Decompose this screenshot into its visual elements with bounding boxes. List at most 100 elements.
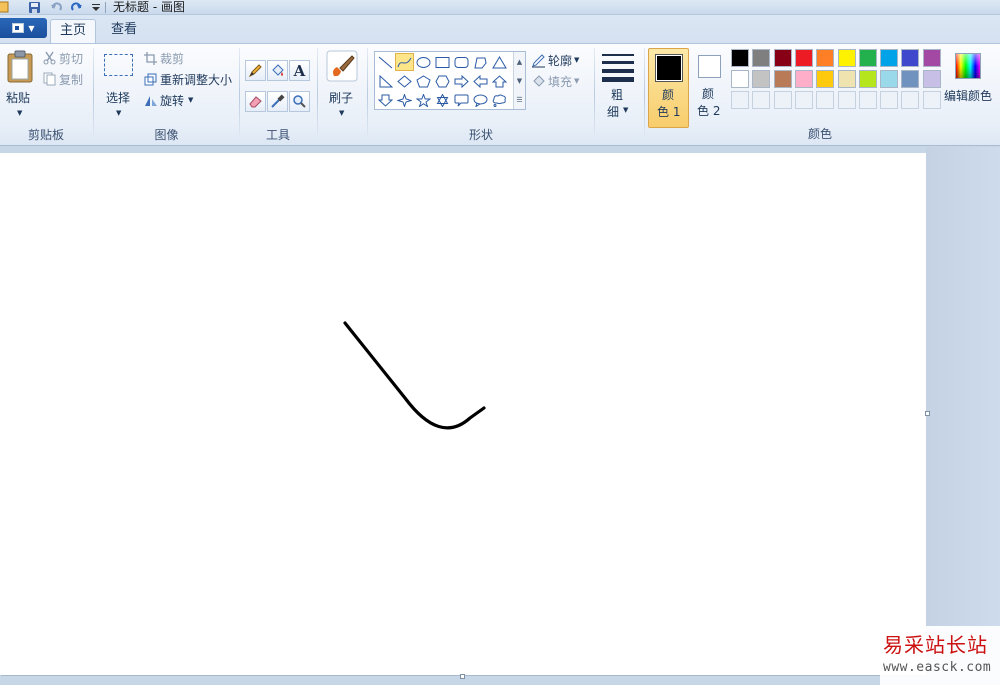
copy-button[interactable]: 复制 bbox=[42, 70, 83, 88]
shape-oval-callout[interactable] bbox=[471, 91, 490, 109]
palette-empty-slot[interactable] bbox=[795, 91, 813, 109]
select-button[interactable]: 选择 ▼ bbox=[101, 48, 137, 122]
shape-pentagon[interactable] bbox=[414, 72, 433, 90]
pencil-tool[interactable] bbox=[245, 60, 266, 81]
shape-left-arrow[interactable] bbox=[471, 72, 490, 90]
fill-tool[interactable] bbox=[267, 60, 288, 81]
palette-empty-slot[interactable] bbox=[901, 91, 919, 109]
shape-rounded-callout[interactable] bbox=[452, 91, 471, 109]
palette-color-swatch[interactable] bbox=[901, 70, 919, 88]
shape-down-arrow[interactable] bbox=[376, 91, 395, 109]
shape-curve[interactable] bbox=[395, 53, 414, 71]
palette-color-swatch[interactable] bbox=[752, 49, 770, 67]
size-button[interactable]: 粗 细 ▼ bbox=[596, 48, 640, 124]
palette-color-swatch[interactable] bbox=[859, 49, 877, 67]
shape-line[interactable] bbox=[376, 53, 395, 71]
cut-button[interactable]: 剪切 bbox=[42, 49, 83, 67]
palette-color-swatch[interactable] bbox=[816, 49, 834, 67]
palette-color-swatch[interactable] bbox=[923, 49, 941, 67]
text-tool[interactable]: A bbox=[289, 60, 310, 81]
palette-color-swatch[interactable] bbox=[880, 70, 898, 88]
palette-color-swatch[interactable] bbox=[859, 70, 877, 88]
paint-menu-button[interactable]: ▼ bbox=[0, 18, 47, 38]
paste-button[interactable]: 粘贴 ▼ bbox=[2, 48, 38, 122]
customize-quick-access-icon[interactable] bbox=[89, 0, 103, 14]
shape-hexagon[interactable] bbox=[433, 72, 452, 90]
undo-icon[interactable] bbox=[49, 0, 63, 14]
tools-group-label: 工具 bbox=[265, 128, 290, 142]
palette-color-swatch[interactable] bbox=[816, 70, 834, 88]
save-icon[interactable] bbox=[27, 0, 41, 14]
palette-empty-slot[interactable] bbox=[752, 91, 770, 109]
shape-rounded-rectangle[interactable] bbox=[452, 53, 471, 71]
text-icon: A bbox=[293, 61, 306, 80]
palette-empty-slot[interactable] bbox=[838, 91, 856, 109]
resize-button[interactable]: 重新调整大小 bbox=[143, 70, 232, 88]
shape-triangle[interactable] bbox=[490, 53, 509, 71]
tab-view[interactable]: 查看 bbox=[103, 19, 145, 43]
color-2-label-line2: 色 2 bbox=[697, 104, 721, 118]
edit-colors-button[interactable]: 编辑颜色 bbox=[944, 48, 994, 128]
eraser-tool[interactable] bbox=[245, 91, 266, 112]
drawing-canvas[interactable] bbox=[0, 153, 926, 675]
outline-button[interactable]: 轮廓 ▼ bbox=[531, 51, 579, 69]
color-picker-tool[interactable] bbox=[267, 91, 288, 112]
shape-right-triangle[interactable] bbox=[376, 72, 395, 90]
clipboard-group-label: 剪贴板 bbox=[27, 128, 64, 142]
palette-color-swatch[interactable] bbox=[731, 70, 749, 88]
canvas-resize-bottom-handle[interactable] bbox=[460, 674, 465, 679]
palette-color-swatch[interactable] bbox=[795, 70, 813, 88]
oval-shape-icon bbox=[416, 56, 431, 68]
color-2-button[interactable]: 颜 色 2 bbox=[692, 48, 728, 128]
brushes-button[interactable]: 刷子 ▼ bbox=[324, 48, 360, 122]
palette-color-swatch[interactable] bbox=[795, 49, 813, 67]
color-1-button[interactable]: 颜 色 1 bbox=[648, 48, 689, 128]
shape-polygon[interactable] bbox=[471, 53, 490, 71]
fill-button[interactable]: 填充 ▼ bbox=[531, 72, 579, 90]
palette-color-swatch[interactable] bbox=[901, 49, 919, 67]
palette-empty-slot[interactable] bbox=[731, 91, 749, 109]
up-arrow-shape-icon bbox=[492, 74, 507, 87]
shape-five-point-star[interactable] bbox=[414, 91, 433, 109]
shape-rectangle[interactable] bbox=[433, 53, 452, 71]
shape-right-arrow[interactable] bbox=[452, 72, 471, 90]
tab-home[interactable]: 主页 bbox=[50, 19, 96, 43]
palette-empty-slot[interactable] bbox=[923, 91, 941, 109]
palette-color-swatch[interactable] bbox=[731, 49, 749, 67]
palette-color-swatch[interactable] bbox=[752, 70, 770, 88]
chevron-down-icon: ▼ bbox=[116, 109, 122, 117]
palette-color-swatch[interactable] bbox=[774, 70, 792, 88]
shape-four-point-star[interactable] bbox=[395, 91, 414, 109]
ribbon: 粘贴 ▼ 剪切 复制 剪贴板 选择 ▼ 裁剪 重新调整大小 旋转 ▼ 图像 A … bbox=[0, 43, 1000, 146]
palette-empty-slot[interactable] bbox=[816, 91, 834, 109]
group-divider bbox=[594, 48, 595, 142]
polygon-shape-icon bbox=[474, 57, 487, 68]
palette-empty-slot[interactable] bbox=[774, 91, 792, 109]
fill-label: 填充 bbox=[548, 74, 573, 89]
gallery-scroll-up-button[interactable]: ▲ bbox=[514, 52, 525, 71]
tools-group: A 工具 bbox=[240, 44, 316, 146]
workspace-gutter bbox=[926, 147, 1000, 685]
magnifier-tool[interactable] bbox=[289, 91, 310, 112]
palette-empty-slot[interactable] bbox=[859, 91, 877, 109]
crop-button[interactable]: 裁剪 bbox=[143, 49, 184, 67]
shape-up-arrow[interactable] bbox=[490, 72, 509, 90]
palette-color-swatch[interactable] bbox=[838, 49, 856, 67]
palette-color-swatch[interactable] bbox=[923, 70, 941, 88]
rounded-callout-shape-icon bbox=[454, 94, 469, 106]
curve-shape-icon bbox=[397, 57, 412, 67]
rotate-button[interactable]: 旋转 ▼ bbox=[143, 91, 193, 109]
palette-color-swatch[interactable] bbox=[880, 49, 898, 67]
gallery-scroll-down-button[interactable]: ▼ bbox=[514, 71, 525, 90]
chevron-down-icon: ▼ bbox=[17, 109, 23, 117]
shape-diamond[interactable] bbox=[395, 72, 414, 90]
palette-empty-slot[interactable] bbox=[880, 91, 898, 109]
canvas-resize-right-handle[interactable] bbox=[925, 411, 930, 416]
redo-icon[interactable] bbox=[69, 0, 83, 14]
palette-color-swatch[interactable] bbox=[774, 49, 792, 67]
shape-oval[interactable] bbox=[414, 53, 433, 71]
shape-cloud-callout[interactable] bbox=[490, 91, 509, 109]
gallery-expand-button[interactable]: ☰ bbox=[514, 90, 525, 109]
shape-six-point-star[interactable] bbox=[433, 91, 452, 109]
palette-color-swatch[interactable] bbox=[838, 70, 856, 88]
